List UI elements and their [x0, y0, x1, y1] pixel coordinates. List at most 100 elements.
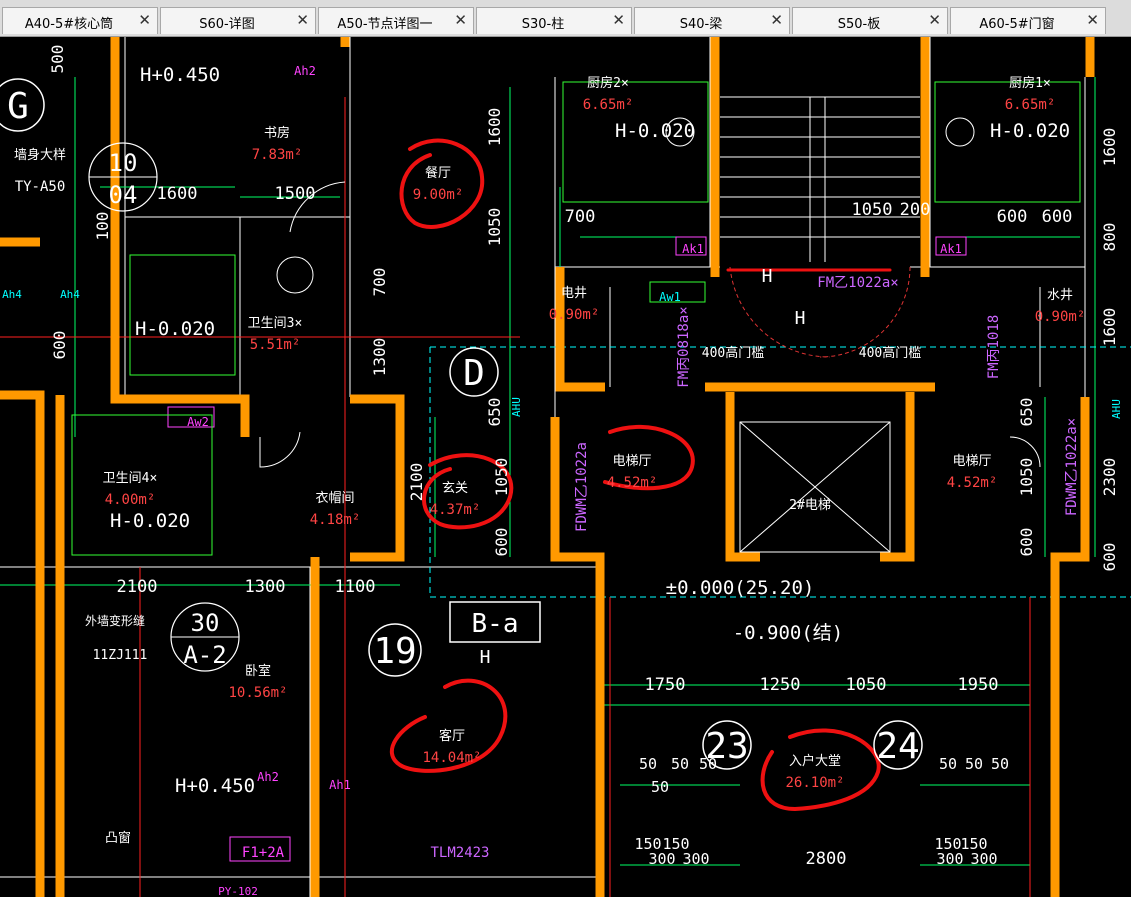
dimension-h: 200	[900, 200, 931, 220]
dimension-h: 1050	[852, 200, 893, 220]
room-name: 卧室	[245, 663, 271, 679]
door-label: FDWM乙1022a×	[1064, 418, 1080, 516]
misc-label: AHU	[1110, 399, 1123, 419]
misc-label: 400高门槛	[702, 345, 764, 361]
tab-close-icon[interactable]: ✕	[612, 11, 625, 29]
walls	[0, 37, 1095, 897]
room-name: 电井	[561, 286, 587, 301]
tab-close-icon[interactable]: ✕	[1086, 11, 1099, 29]
room-name: 入户大堂	[789, 753, 841, 769]
room-name: 厨房2×	[587, 75, 629, 91]
tab-label: S30-柱	[521, 17, 565, 32]
room-name: 客厅	[439, 728, 465, 744]
dimension-v: 600	[492, 528, 511, 557]
elevation-label: H-0.020	[110, 510, 190, 532]
misc-label: 凸窗	[105, 830, 131, 846]
dimension-h: 1300	[245, 577, 286, 597]
axis-tag-label: B-a	[472, 609, 519, 639]
misc-label: H	[762, 266, 773, 287]
room-name: 衣帽间	[315, 490, 354, 506]
tab-4[interactable]: S40-梁 ✕	[634, 7, 790, 34]
room-area: 9.00m²	[413, 187, 464, 203]
grid-label: 19	[373, 631, 416, 672]
misc-label: Ak1	[940, 242, 962, 256]
grid-label: D	[463, 353, 485, 394]
tab-close-icon[interactable]: ✕	[296, 11, 309, 29]
dimension-h: 300	[682, 850, 709, 868]
tab-1[interactable]: S60-详图 ✕	[160, 7, 316, 34]
tab-3[interactable]: S30-柱 ✕	[476, 7, 632, 34]
tab-5[interactable]: S50-板 ✕	[792, 7, 948, 34]
misc-label: 400高门槛	[859, 345, 921, 361]
dimension-v: 1050	[1017, 458, 1036, 497]
cad-canvas[interactable]: G D 19 23 24 B-a 10 04 30 A-2 书房 7.83m² 餐厅 9.00m² 卫生…	[0, 37, 1131, 897]
detail-ref-bottom: A-2	[183, 641, 226, 669]
dimension-v: 1600	[485, 108, 504, 147]
misc-label: Ak1	[682, 242, 704, 256]
room-name: 书房	[264, 125, 290, 141]
room-area: 26.10m²	[785, 775, 844, 791]
tab-label: A50-节点详图一	[337, 17, 433, 32]
elevation-label: H-0.020	[990, 120, 1070, 142]
dimension-v: 500	[48, 45, 67, 74]
tab-label: A40-5#核心筒	[24, 17, 114, 32]
annotation-ring	[399, 138, 485, 229]
elevation-label: H+0.450	[175, 775, 255, 797]
room-labels: 书房 7.83m² 餐厅 9.00m² 卫生间3× 5.51m² 卫生间4× 4.00m² 衣帽…	[103, 75, 1086, 791]
room-name: 卫生间3×	[248, 316, 303, 331]
misc-label: PY-102	[218, 885, 258, 897]
dimension-h: 50	[965, 755, 983, 773]
misc-label: 外墙变形缝	[85, 613, 145, 628]
tab-label: S40-梁	[679, 17, 723, 32]
misc-label: Ah1	[329, 778, 351, 792]
room-name: 餐厅	[425, 165, 451, 181]
tab-close-icon[interactable]: ✕	[928, 11, 941, 29]
misc-label: Ah4	[2, 288, 22, 301]
dimension-v: 2300	[1100, 458, 1119, 497]
tab-label: A60-5#门窗	[979, 17, 1055, 32]
tab-close-icon[interactable]: ✕	[454, 11, 467, 29]
dimension-v: 1600	[1100, 308, 1119, 347]
tab-close-icon[interactable]: ✕	[138, 11, 151, 29]
misc-label: Aw2	[187, 415, 209, 429]
dimension-h: 1500	[275, 184, 316, 204]
dimension-v: 650	[485, 398, 504, 427]
drawing-tab-bar: A40-5#核心筒 ✕ S60-详图 ✕ A50-节点详图一 ✕ S30-柱 ✕ S40-梁 ✕ S…	[0, 0, 1131, 37]
misc-label: F1+2A	[242, 845, 285, 861]
room-area: 4.52m²	[607, 475, 658, 491]
horizontal-dimensions: 1600 1500 2100 1300 1100 700 1050 200 600 600 1750…	[117, 184, 1073, 869]
door-label: TLM2423	[430, 845, 489, 861]
room-name: 水井	[1047, 288, 1073, 303]
dimension-h: 50	[991, 755, 1009, 773]
dimension-h: 1750	[645, 675, 686, 695]
room-area: 7.83m²	[252, 147, 303, 163]
dimension-h: 1100	[335, 577, 376, 597]
tab-close-icon[interactable]: ✕	[770, 11, 783, 29]
dimension-h: 1250	[760, 675, 801, 695]
elevation-label: ±0.000(25.20)	[666, 577, 815, 599]
misc-label: TY-A50	[15, 179, 66, 195]
dimension-h: 50	[651, 778, 669, 796]
misc-label: Aw1	[659, 290, 681, 304]
misc-label: Ah2	[257, 770, 279, 784]
dimension-h: 300	[648, 850, 675, 868]
tab-6[interactable]: A60-5#门窗 ✕	[950, 7, 1106, 34]
dimension-v: 700	[370, 268, 389, 297]
room-area: 5.51m²	[250, 337, 301, 353]
grid-label: G	[7, 86, 29, 127]
room-name: 电梯厅	[612, 454, 651, 469]
door-label: FM乙1022a×	[817, 275, 898, 291]
room-name: 玄关	[442, 481, 468, 496]
door-label: FM丙1018	[986, 315, 1002, 380]
room-area: 0.90m²	[549, 307, 600, 323]
tab-2[interactable]: A50-节点详图一 ✕	[318, 7, 474, 34]
dimension-v: 600	[1017, 528, 1036, 557]
misc-label: Ah4	[60, 288, 80, 301]
room-area: 4.18m²	[310, 512, 361, 528]
tab-0[interactable]: A40-5#核心筒 ✕	[2, 7, 158, 34]
room-area: 0.90m²	[1035, 309, 1086, 325]
elevation-label: H-0.020	[615, 120, 695, 142]
misc-label: H	[480, 647, 491, 668]
misc-label: 11ZJ111	[93, 648, 148, 663]
floor-plan-drawing[interactable]: GD1923 24B-a 100430A-2 书房7.83m²餐厅9.00m²卫生…	[0, 37, 1131, 897]
